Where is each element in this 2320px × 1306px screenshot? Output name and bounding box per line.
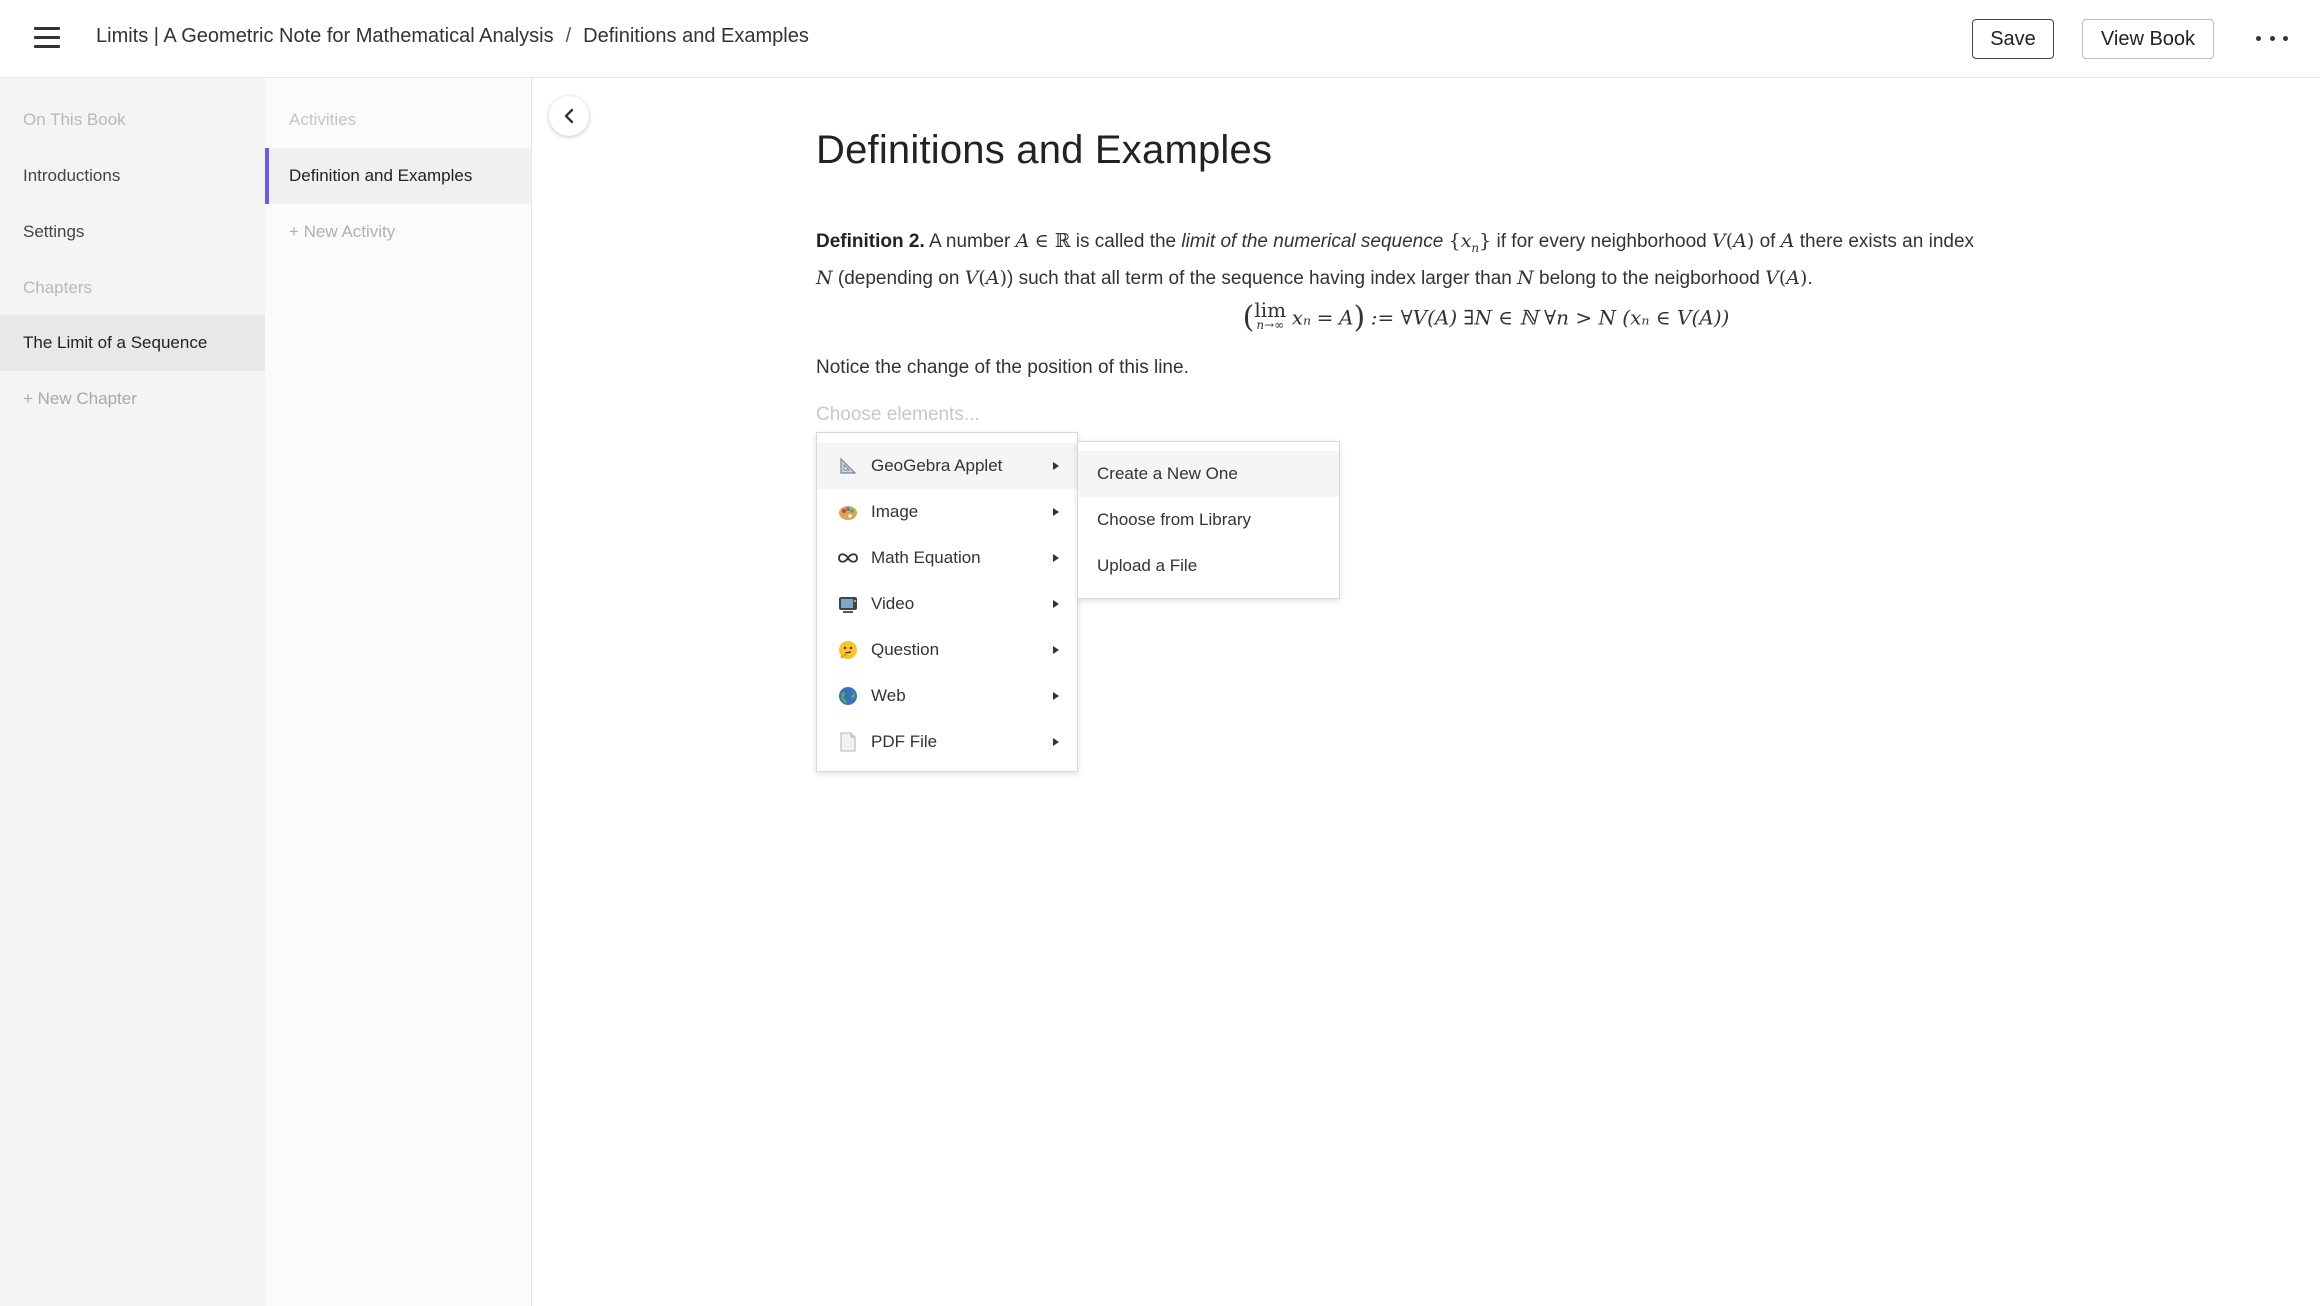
geogebra-submenu: Create a New One Choose from Library Upl… (1077, 441, 1340, 599)
sidebar-section-on-this-book: On This Book (23, 110, 126, 129)
triangle-ruler-icon (837, 455, 859, 477)
menu-item-label: PDF File (871, 732, 938, 751)
document-icon (837, 731, 859, 753)
activities-panel: Activities Definition and Examples + New… (265, 78, 532, 1306)
definition-text: if for every neighborhood (1496, 231, 1707, 252)
definition-text: ) such that all term of the sequence hav… (1007, 267, 1512, 289)
equation-body: := ∀V(A) ∃N ∈ ℕ ∀n > N (xₙ ∈ V(A)) (1370, 305, 1730, 330)
sidebar-item-limit-of-sequence[interactable]: The Limit of a Sequence (0, 315, 265, 371)
definition-text: A number (928, 231, 1011, 252)
math-equation[interactable]: (lim n→∞ xₙ = A) := ∀V(A) ∃N ∈ ℕ ∀n > N (… (816, 300, 2016, 335)
new-activity-button[interactable]: + New Activity (265, 204, 531, 260)
submenu-item-create-new[interactable]: Create a New One (1078, 451, 1339, 497)
save-button[interactable]: Save (1972, 19, 2054, 59)
menu-item-label: GeoGebra Applet (871, 456, 1003, 475)
notice-paragraph[interactable]: Notice the change of the position of thi… (816, 357, 1189, 379)
submenu-item-choose-from-library[interactable]: Choose from Library (1078, 497, 1339, 543)
definition-paragraph[interactable]: Definition 2. A number A ∈ ℝ is called t… (816, 226, 2016, 294)
infinity-icon (837, 547, 859, 569)
submenu-arrow-icon (1053, 508, 1059, 516)
choose-elements-placeholder[interactable]: Choose elements... (816, 404, 980, 426)
breadcrumb-current[interactable]: Definitions and Examples (583, 25, 809, 47)
definition-text: there exists an index (1799, 231, 1975, 252)
collapse-panel-button[interactable] (549, 96, 589, 136)
breadcrumb-book[interactable]: Limits | A Geometric Note for Mathematic… (96, 25, 554, 47)
thinking-face-icon (837, 639, 859, 661)
chevron-left-icon (564, 108, 574, 124)
activities-heading: Activities (289, 110, 357, 129)
submenu-arrow-icon (1053, 692, 1059, 700)
menu-item-label: Web (871, 686, 906, 705)
submenu-arrow-icon (1053, 554, 1059, 562)
menu-icon[interactable] (34, 27, 60, 49)
sidebar-item-settings[interactable]: Settings (0, 204, 265, 260)
submenu-arrow-icon (1053, 600, 1059, 608)
menu-item-image[interactable]: Image (817, 489, 1077, 535)
view-book-button[interactable]: View Book (2082, 19, 2214, 59)
menu-item-web[interactable]: Web (817, 673, 1077, 719)
menu-item-label: Question (871, 640, 940, 659)
globe-icon (837, 685, 859, 707)
tv-icon (837, 593, 859, 615)
book-sidebar: On This Book Introductions Settings Chap… (0, 78, 265, 1306)
menu-item-label: Video (871, 594, 915, 613)
definition-term: limit of the numerical sequence (1181, 231, 1444, 252)
submenu-arrow-icon (1053, 738, 1059, 746)
menu-item-video[interactable]: Video (817, 581, 1077, 627)
definition-text: (depending on (837, 267, 960, 289)
breadcrumb-separator: / (565, 25, 572, 47)
top-bar: Limits | A Geometric Note for Mathematic… (0, 0, 2320, 78)
submenu-item-upload-file[interactable]: Upload a File (1078, 543, 1339, 589)
definition-label: Definition 2. (816, 231, 925, 252)
new-chapter-button[interactable]: + New Chapter (0, 371, 265, 427)
more-options-icon[interactable] (2256, 26, 2288, 50)
sidebar-item-introductions[interactable]: Introductions (0, 148, 265, 204)
definition-text: belong to the neigborhood (1539, 267, 1760, 289)
definition-text: of (1759, 231, 1776, 252)
definition-text: . (1807, 267, 1813, 289)
element-type-menu: GeoGebra Applet Image Math Equation Vide… (816, 432, 1078, 772)
menu-item-math-equation[interactable]: Math Equation (817, 535, 1077, 581)
page-title: Definitions and Examples (816, 128, 1273, 172)
breadcrumb: Limits | A Geometric Note for Mathematic… (96, 25, 809, 48)
activity-item-definition-and-examples[interactable]: Definition and Examples (265, 148, 531, 204)
menu-item-label: Image (871, 502, 919, 521)
submenu-arrow-icon (1053, 646, 1059, 654)
menu-item-label: Math Equation (871, 548, 981, 567)
menu-item-geogebra-applet[interactable]: GeoGebra Applet (817, 443, 1077, 489)
menu-item-pdf-file[interactable]: PDF File (817, 719, 1077, 765)
sidebar-section-chapters: Chapters (23, 278, 92, 297)
menu-item-question[interactable]: Question (817, 627, 1077, 673)
definition-text: is called the (1075, 231, 1177, 252)
palette-icon (837, 501, 859, 523)
equation-lim-subscript: n→∞ (1256, 318, 1285, 332)
submenu-arrow-icon (1053, 462, 1059, 470)
